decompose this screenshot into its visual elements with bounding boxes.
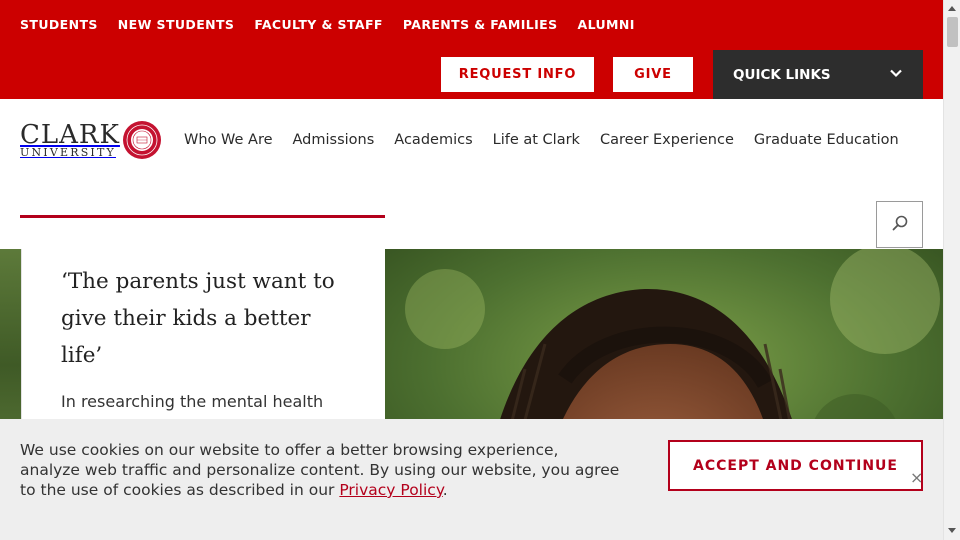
request-info-button[interactable]: REQUEST INFO [441,57,594,92]
hero-accent-rule [20,215,385,218]
scroll-thumb[interactable] [947,17,958,47]
cookie-message: We use cookies on our website to offer a… [20,440,620,500]
main-nav-graduate-education[interactable]: Graduate Education [754,132,899,148]
main-nav: Who We Are Admissions Academics Life at … [184,132,899,148]
page: STUDENTS NEW STUDENTS FACULTY & STAFF PA… [0,0,943,540]
cookie-message-end: . [442,481,448,499]
give-button[interactable]: GIVE [613,57,693,92]
audience-nav: STUDENTS NEW STUDENTS FACULTY & STAFF PA… [20,17,635,32]
main-nav-life-at-clark[interactable]: Life at Clark [493,132,580,148]
chevron-down-icon [889,66,903,84]
logo-name-line2: UNIVERSITY [20,146,116,159]
main-nav-career-experience[interactable]: Career Experience [600,132,734,148]
main-nav-admissions[interactable]: Admissions [293,132,375,148]
accept-and-continue-button[interactable]: ACCEPT AND CONTINUE [668,440,923,491]
audience-link-new-students[interactable]: NEW STUDENTS [118,17,235,32]
main-nav-who-we-are[interactable]: Who We Are [184,132,273,148]
audience-link-alumni[interactable]: ALUMNI [578,17,635,32]
audience-link-faculty-staff[interactable]: FACULTY & STAFF [254,17,383,32]
search-icon [891,214,909,235]
university-seal-icon [122,120,162,160]
quick-links-label: QUICK LINKS [733,66,831,83]
page-scrollbar[interactable] [943,0,960,540]
scroll-up-arrow-icon[interactable] [948,6,956,11]
cookie-banner: We use cookies on our website to offer a… [0,419,943,540]
search-button[interactable] [876,201,923,248]
audience-link-students[interactable]: STUDENTS [20,17,98,32]
logo-wordmark: CLARK UNIVERSITY [20,122,120,158]
top-utility-bar: STUDENTS NEW STUDENTS FACULTY & STAFF PA… [0,0,943,99]
audience-link-parents-families[interactable]: PARENTS & FAMILIES [403,17,558,32]
main-nav-academics[interactable]: Academics [394,132,472,148]
privacy-policy-link[interactable]: Privacy Policy [339,481,442,499]
scroll-down-arrow-icon[interactable] [948,528,956,533]
hero-title[interactable]: ‘The parents just want to give their kid… [61,263,346,374]
quick-links-dropdown[interactable]: QUICK LINKS [713,50,923,99]
logo-name-line1: CLARK [20,120,120,150]
cookie-message-text: We use cookies on our website to offer a… [20,441,620,499]
close-icon[interactable]: × [910,470,924,486]
clark-university-logo[interactable]: CLARK UNIVERSITY [20,118,161,162]
